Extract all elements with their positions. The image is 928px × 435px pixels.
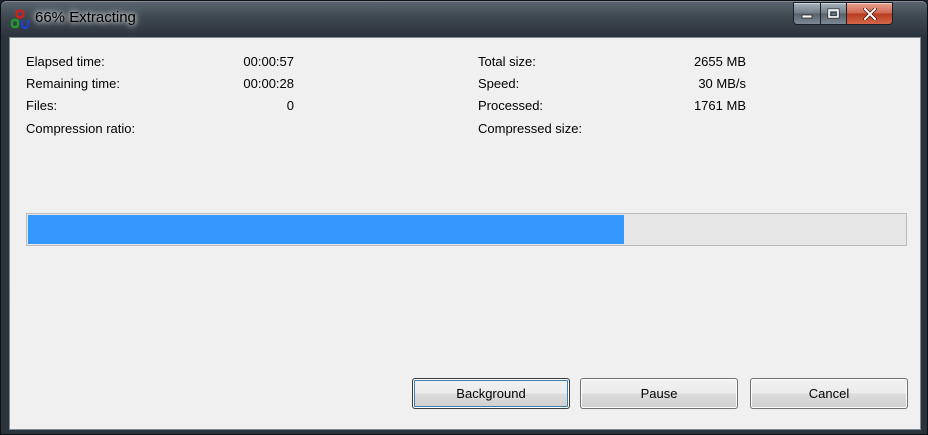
pause-button-label: Pause (640, 386, 678, 401)
minimize-button[interactable] (793, 2, 821, 25)
cancel-button[interactable]: Cancel (750, 378, 908, 409)
processed-label: Processed: (478, 98, 544, 113)
remaining-time-value: 00:00:28 (243, 76, 294, 91)
background-button[interactable]: Background (412, 378, 570, 409)
7zip-icon (10, 9, 30, 30)
title-bar[interactable]: 66% Extracting (1, 1, 927, 37)
maximize-icon (827, 8, 840, 19)
processed-value: 1761 MB (693, 98, 746, 113)
elapsed-time-label: Elapsed time: (26, 54, 105, 69)
maximize-button[interactable] (821, 2, 847, 25)
compression-ratio-label: Compression ratio: (26, 121, 136, 136)
progress-fill (28, 215, 624, 244)
close-button[interactable] (847, 2, 893, 25)
compressed-size-label: Compressed size: (478, 121, 583, 136)
extract-progress-window: 66% Extracting Elapsed time: 00:00:57 Re… (0, 0, 928, 435)
cancel-button-label: Cancel (808, 386, 850, 401)
background-button-label: Background (456, 386, 526, 401)
speed-label: Speed: (478, 76, 520, 91)
dialog-content: Elapsed time: 00:00:57 Remaining time: 0… (9, 37, 921, 430)
files-label: Files: (26, 98, 58, 113)
minimize-icon (801, 14, 813, 18)
total-size-value: 2655 MB (693, 54, 746, 69)
speed-value: 30 MB/s (698, 76, 746, 91)
remaining-time-label: Remaining time: (26, 76, 120, 91)
extract-progress-bar (26, 213, 907, 246)
total-size-label: Total size: (478, 54, 536, 69)
files-value: 0 (286, 98, 294, 113)
elapsed-time-value: 00:00:57 (243, 54, 294, 69)
window-title: 66% Extracting (35, 9, 136, 26)
pause-button[interactable]: Pause (580, 378, 738, 409)
caption-buttons (793, 2, 893, 25)
close-icon (862, 7, 877, 20)
